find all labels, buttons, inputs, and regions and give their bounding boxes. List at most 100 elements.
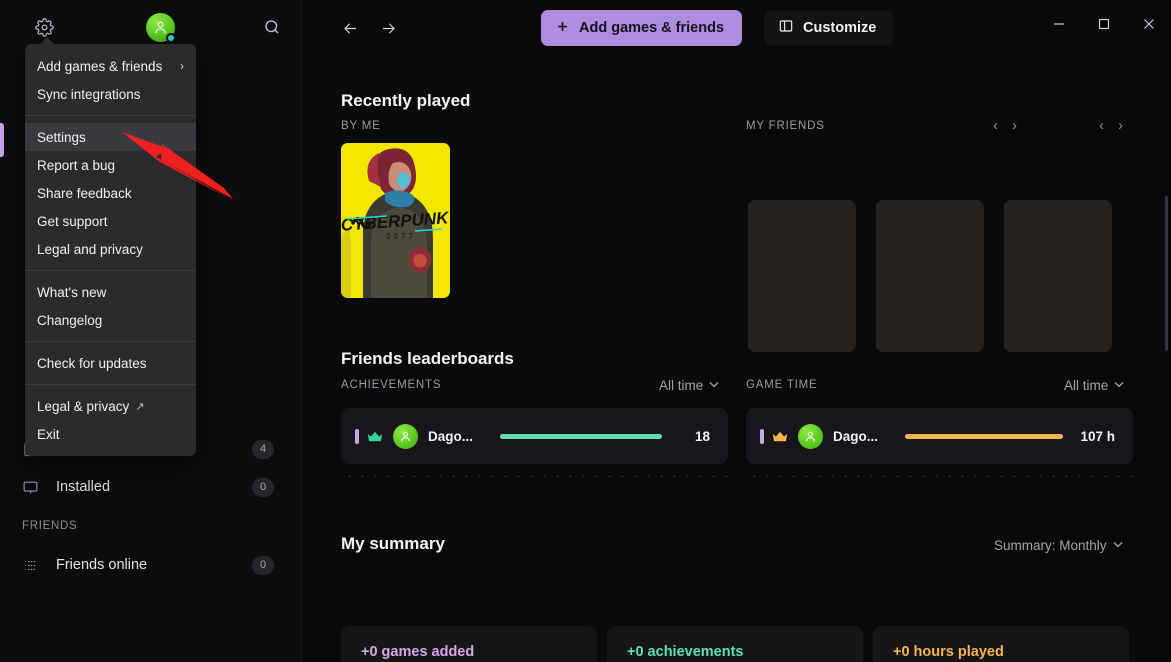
menu-divider bbox=[25, 115, 196, 116]
friend-card-placeholder[interactable] bbox=[748, 200, 856, 352]
dropdown-value: All time bbox=[1064, 378, 1109, 393]
carousel-next-icon[interactable]: › bbox=[1118, 118, 1123, 133]
menu-item-exit[interactable]: Exit bbox=[25, 420, 196, 448]
menu-caret bbox=[39, 37, 55, 45]
sidebar-item-label: Friends online bbox=[56, 557, 148, 573]
close-button[interactable] bbox=[1126, 0, 1171, 47]
my-friends-carousel-arrows: ‹ › bbox=[1099, 118, 1123, 133]
sidebar-item-friends-online[interactable]: Friends online 0 bbox=[0, 546, 302, 584]
menu-item-add-games-and-friends[interactable]: Add games & friends › bbox=[25, 52, 196, 80]
add-button-label: Add games & friends bbox=[579, 20, 725, 36]
svg-text:2077: 2077 bbox=[386, 232, 416, 241]
layout-panel-icon bbox=[778, 18, 794, 38]
friend-card-placeholder[interactable] bbox=[1004, 200, 1112, 352]
summary-period-dropdown[interactable]: Summary: Monthly bbox=[994, 538, 1123, 553]
game-cover-art: CYBERPUNK 2077 bbox=[341, 143, 450, 298]
arrow-left-icon[interactable] bbox=[338, 16, 362, 40]
menu-divider bbox=[25, 341, 196, 342]
game-time-column-label: GAME TIME bbox=[746, 379, 818, 391]
leaderboard-progress bbox=[500, 433, 662, 439]
my-summary-title: My summary bbox=[341, 534, 445, 553]
menu-item-sync-integrations[interactable]: Sync integrations bbox=[25, 80, 196, 108]
list-icon bbox=[22, 555, 48, 575]
sidebar-item-badge: 4 bbox=[252, 439, 274, 459]
summary-card-main: +0 games added bbox=[361, 644, 475, 660]
leaderboard-player-name: Dago... bbox=[428, 428, 474, 444]
game-card-cyberpunk-2077[interactable]: CYBERPUNK 2077 bbox=[341, 143, 450, 298]
leaderboard-row[interactable]: Dago... 107 h bbox=[746, 408, 1133, 464]
online-status-dot bbox=[166, 33, 176, 43]
summary-card-games-added[interactable]: +0 games added (4 total) bbox=[341, 626, 597, 662]
summary-card-achievements[interactable]: +0 achievements (19 total) bbox=[607, 626, 863, 662]
main-panel: Add games & friends Customize Recently p… bbox=[302, 0, 1171, 662]
minimize-button[interactable] bbox=[1036, 0, 1081, 47]
app-window: Owned games 4 Installed 0 FRIENDS bbox=[0, 0, 1171, 662]
search-icon[interactable] bbox=[259, 14, 285, 40]
main-topbar: Add games & friends Customize bbox=[302, 0, 1171, 56]
avatar[interactable] bbox=[146, 13, 176, 43]
recently-played-title: Recently played bbox=[341, 91, 471, 110]
leaderboard-value: 107 h bbox=[1080, 428, 1115, 444]
menu-item-label: Get support bbox=[37, 213, 108, 229]
menu-item-check-for-updates[interactable]: Check for updates bbox=[25, 349, 196, 377]
dropdown-value: Summary: Monthly bbox=[994, 538, 1107, 553]
menu-item-legal-privacy-external[interactable]: Legal & privacy ↗ bbox=[25, 392, 196, 420]
leaderboard-divider bbox=[343, 476, 728, 477]
monitor-icon bbox=[22, 477, 48, 497]
avatar bbox=[393, 423, 418, 449]
game-time-timerange-dropdown[interactable]: All time bbox=[1064, 378, 1124, 393]
menu-divider bbox=[25, 270, 196, 271]
leaderboard-divider bbox=[748, 476, 1133, 477]
achievements-timerange-dropdown[interactable]: All time bbox=[659, 378, 719, 393]
crown-icon bbox=[771, 430, 789, 443]
carousel-next-icon[interactable]: › bbox=[1012, 118, 1017, 133]
menu-item-label: Check for updates bbox=[37, 355, 147, 371]
sidebar-item-installed[interactable]: Installed 0 bbox=[0, 468, 302, 506]
arrow-right-icon[interactable] bbox=[376, 16, 400, 40]
menu-item-label: What's new bbox=[37, 284, 107, 300]
chevron-down-icon bbox=[1113, 540, 1123, 551]
content-scrollbar[interactable] bbox=[1165, 196, 1168, 351]
friends-leaderboards-title: Friends leaderboards bbox=[341, 349, 514, 368]
chevron-down-icon bbox=[1114, 380, 1124, 391]
menu-item-label: Changelog bbox=[37, 312, 103, 328]
leaderboard-player-name: Dago... bbox=[833, 428, 879, 444]
achievements-leaderboard-panel: Dago... 18 bbox=[341, 408, 728, 464]
crown-icon bbox=[366, 430, 384, 443]
leaderboard-progress bbox=[905, 433, 1063, 439]
leaderboard-value: 18 bbox=[694, 428, 710, 444]
menu-item-whats-new[interactable]: What's new bbox=[25, 278, 196, 306]
by-me-label: BY ME bbox=[341, 120, 381, 132]
achievements-column-label: ACHIEVEMENTS bbox=[341, 379, 442, 391]
game-time-leaderboard-panel: Dago... 107 h bbox=[746, 408, 1133, 464]
external-link-icon: ↗ bbox=[135, 400, 145, 413]
my-friends-label: MY FRIENDS bbox=[746, 120, 825, 132]
rank-indicator bbox=[760, 428, 764, 444]
leaderboard-row[interactable]: Dago... 18 bbox=[341, 408, 728, 464]
add-games-and-friends-button[interactable]: Add games & friends bbox=[541, 10, 743, 46]
menu-item-label: Legal & privacy bbox=[37, 398, 130, 414]
friend-card-placeholder[interactable] bbox=[876, 200, 984, 352]
customize-button-label: Customize bbox=[803, 20, 877, 36]
summary-card-main: +0 achievements bbox=[627, 644, 744, 660]
customize-button[interactable]: Customize bbox=[764, 10, 895, 46]
menu-item-legal-and-privacy[interactable]: Legal and privacy bbox=[25, 235, 196, 263]
sidebar-active-indicator bbox=[0, 123, 4, 157]
carousel-prev-icon[interactable]: ‹ bbox=[993, 118, 998, 133]
menu-item-get-support[interactable]: Get support bbox=[25, 207, 196, 235]
rank-indicator bbox=[355, 428, 359, 444]
dropdown-value: All time bbox=[659, 378, 704, 393]
maximize-button[interactable] bbox=[1081, 0, 1126, 47]
sidebar-item-badge: 0 bbox=[252, 555, 274, 575]
carousel-prev-icon[interactable]: ‹ bbox=[1099, 118, 1104, 133]
menu-item-changelog[interactable]: Changelog bbox=[25, 306, 196, 334]
menu-item-label: Exit bbox=[37, 426, 60, 442]
summary-card-hours-played[interactable]: +0 hours played (107 h total) bbox=[873, 626, 1129, 662]
progress-bar-fill bbox=[905, 433, 1063, 439]
by-me-carousel-arrows: ‹ › bbox=[993, 118, 1017, 133]
chevron-down-icon bbox=[709, 380, 719, 391]
red-pointer-arrow bbox=[122, 132, 233, 200]
content-area: Recently played BY ME ‹ › MY FRIENDS ‹ › bbox=[302, 56, 1171, 662]
settings-dropdown-menu: Add games & friends › Sync integrations … bbox=[25, 37, 196, 456]
menu-item-label: Add games & friends bbox=[37, 58, 163, 74]
